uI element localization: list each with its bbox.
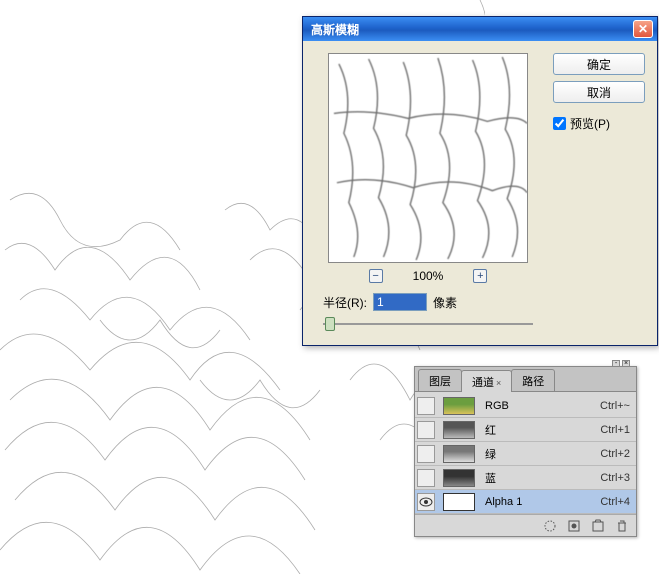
channel-name: Alpha 1	[479, 496, 596, 508]
channel-shortcut: Ctrl+3	[600, 472, 630, 484]
channel-thumb	[443, 397, 475, 415]
channel-row-alpha1[interactable]: Alpha 1 Ctrl+4	[415, 490, 636, 514]
tab-paths[interactable]: 路径	[511, 369, 555, 391]
channel-name: RGB	[479, 400, 596, 412]
channel-thumb	[443, 421, 475, 439]
channel-row-red[interactable]: 红 Ctrl+1	[415, 418, 636, 442]
channels-panel: - × 图层 通道× 路径 RGB Ctrl+~ 红 Ctrl+1 绿 Ctrl…	[414, 366, 637, 537]
zoom-out-button[interactable]: −	[369, 269, 383, 283]
visibility-toggle[interactable]	[417, 421, 435, 439]
channel-shortcut: Ctrl+4	[600, 496, 630, 508]
radius-label: 半径(R):	[323, 294, 367, 311]
eye-icon	[419, 497, 433, 507]
save-selection-icon[interactable]	[566, 519, 582, 533]
preview-checkbox-label: 预览(P)	[570, 115, 610, 132]
panel-minimize-icon[interactable]: -	[612, 360, 620, 366]
channel-thumb	[443, 493, 475, 511]
slider-thumb[interactable]	[325, 317, 335, 331]
channel-row-rgb[interactable]: RGB Ctrl+~	[415, 394, 636, 418]
filter-preview[interactable]	[328, 53, 528, 263]
zoom-in-button[interactable]: +	[473, 269, 487, 283]
visibility-toggle[interactable]	[417, 493, 435, 511]
new-channel-icon[interactable]	[590, 519, 606, 533]
radius-slider[interactable]	[323, 315, 533, 333]
delete-channel-icon[interactable]	[614, 519, 630, 533]
panel-tabs: 图层 通道× 路径	[415, 367, 636, 392]
visibility-toggle[interactable]	[417, 445, 435, 463]
channel-thumb	[443, 445, 475, 463]
tab-layers[interactable]: 图层	[418, 369, 462, 391]
channel-name: 绿	[479, 446, 596, 462]
cancel-button[interactable]: 取消	[553, 81, 645, 103]
radius-unit: 像素	[433, 294, 457, 311]
channel-shortcut: Ctrl+1	[600, 424, 630, 436]
tab-channels[interactable]: 通道×	[461, 370, 512, 392]
channel-list: RGB Ctrl+~ 红 Ctrl+1 绿 Ctrl+2 蓝 Ctrl+3 Al	[415, 392, 636, 514]
gaussian-blur-dialog: 高斯模糊 ✕ −	[302, 16, 658, 346]
preview-checkbox-row[interactable]: 预览(P)	[553, 115, 645, 132]
channel-row-green[interactable]: 绿 Ctrl+2	[415, 442, 636, 466]
slider-track	[323, 323, 533, 325]
dialog-titlebar[interactable]: 高斯模糊 ✕	[303, 17, 657, 41]
load-selection-icon[interactable]	[542, 519, 558, 533]
channel-shortcut: Ctrl+2	[600, 448, 630, 460]
panel-footer	[415, 514, 636, 536]
visibility-toggle[interactable]	[417, 469, 435, 487]
visibility-toggle[interactable]	[417, 397, 435, 415]
close-icon[interactable]: ✕	[633, 20, 653, 38]
panel-close-icon[interactable]: ×	[622, 360, 630, 366]
zoom-percent: 100%	[413, 269, 444, 283]
channel-shortcut: Ctrl+~	[600, 400, 630, 412]
channel-name: 蓝	[479, 470, 596, 486]
ok-button[interactable]: 确定	[553, 53, 645, 75]
channel-thumb	[443, 469, 475, 487]
channel-row-blue[interactable]: 蓝 Ctrl+3	[415, 466, 636, 490]
preview-checkbox[interactable]	[553, 117, 566, 130]
radius-input[interactable]	[373, 293, 427, 311]
dialog-title: 高斯模糊	[311, 21, 633, 38]
channel-name: 红	[479, 422, 596, 438]
